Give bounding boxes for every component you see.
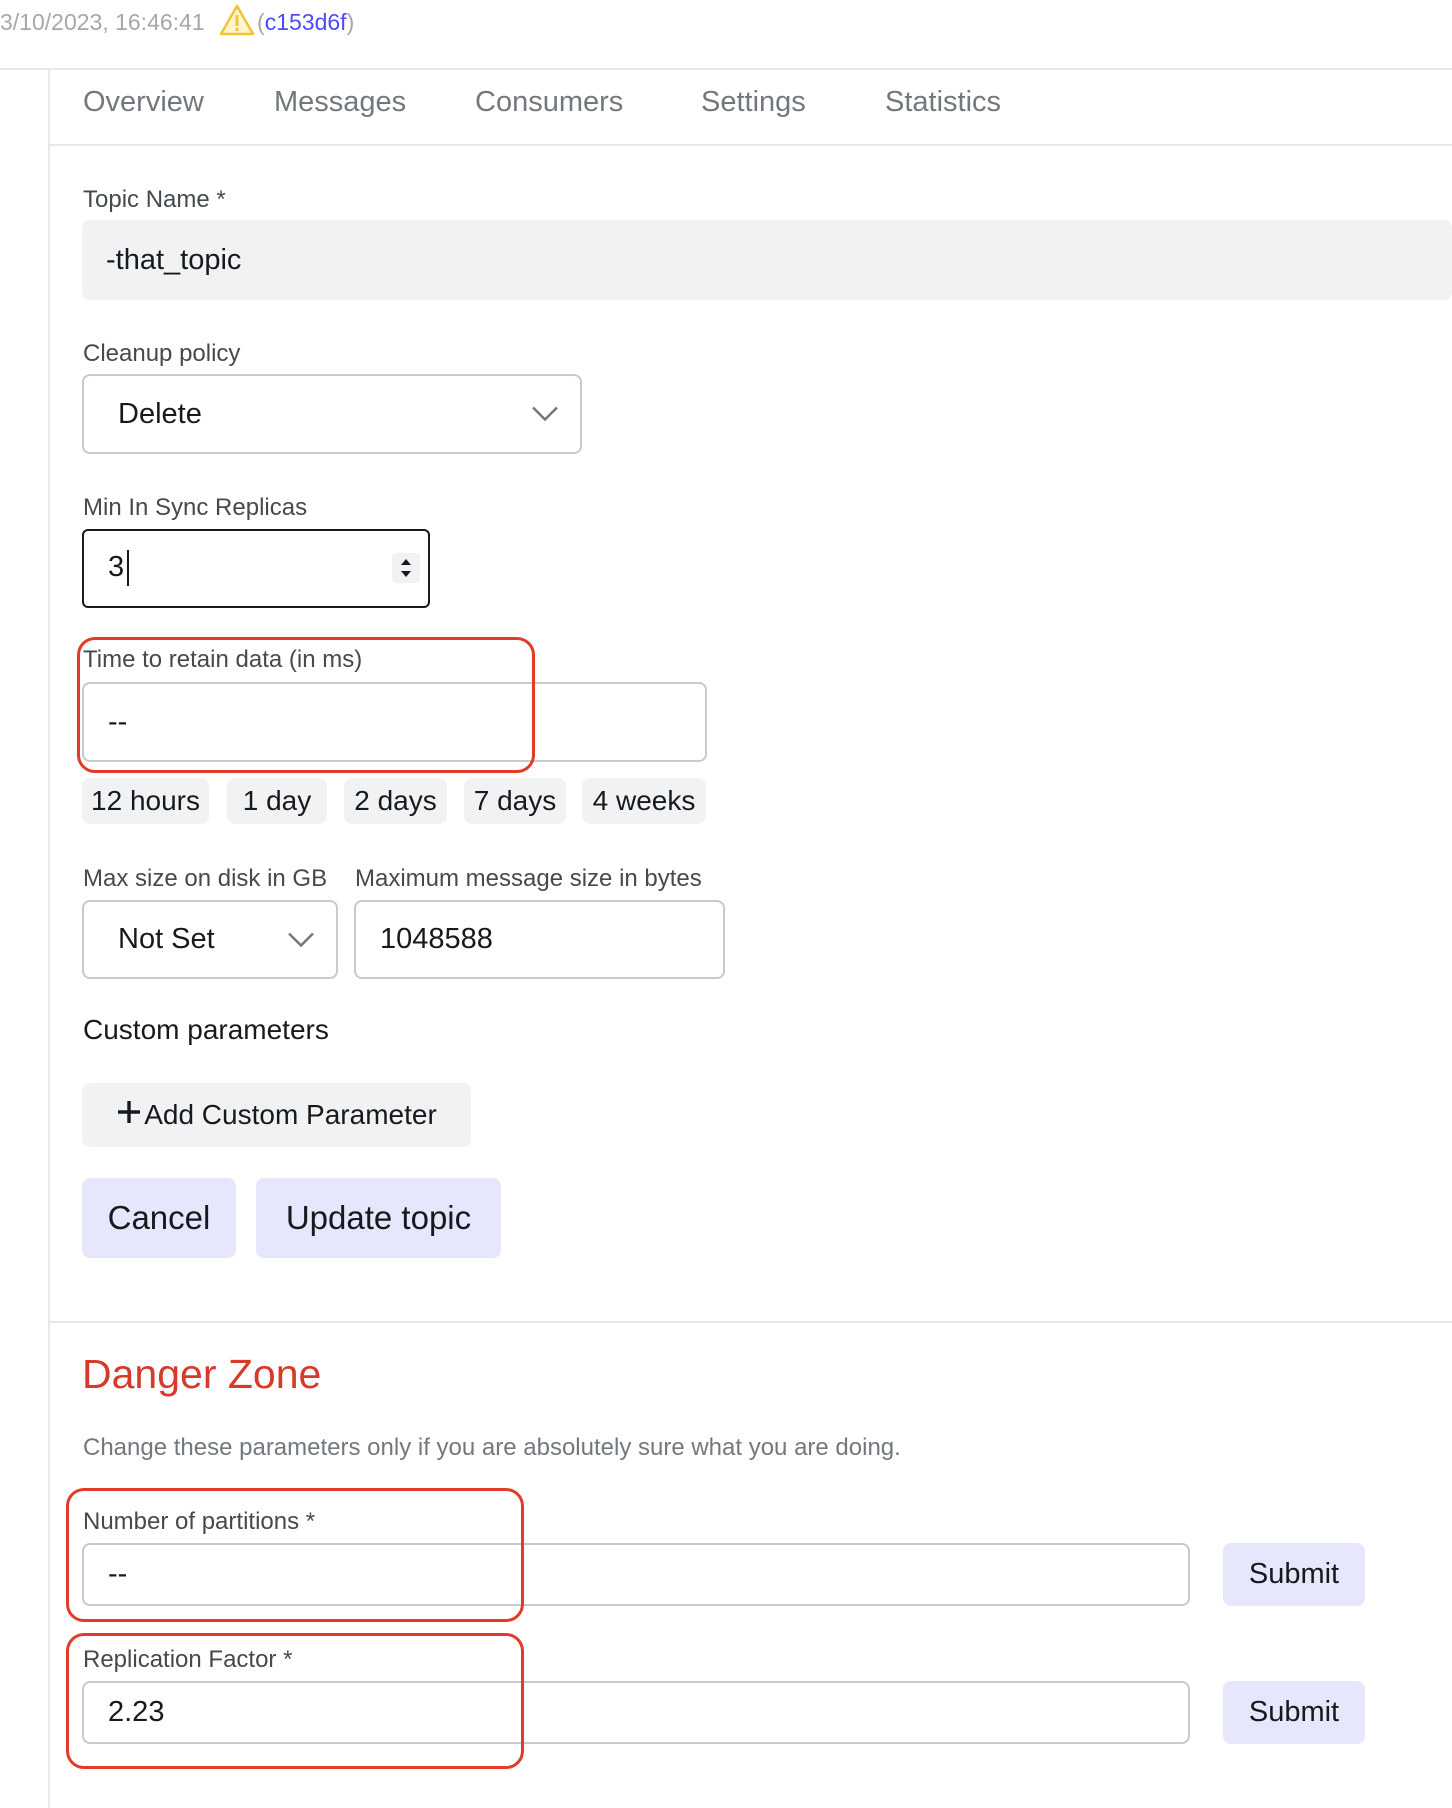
max-size-value: Not Set bbox=[118, 923, 215, 955]
build-timestamp: 3/10/2023, 16:46:41 bbox=[0, 9, 205, 35]
highlight-box-partitions bbox=[66, 1488, 524, 1622]
cleanup-policy-select[interactable]: Delete bbox=[82, 374, 582, 454]
add-custom-parameter-button[interactable]: Add Custom Parameter bbox=[82, 1083, 471, 1147]
max-size-select[interactable]: Not Set bbox=[82, 900, 338, 979]
sidebar-divider bbox=[48, 70, 50, 1808]
tab-settings[interactable]: Settings bbox=[701, 86, 806, 119]
preset-12-hours[interactable]: 12 hours bbox=[82, 778, 209, 824]
tab-consumers[interactable]: Consumers bbox=[475, 86, 623, 119]
preset-2-days[interactable]: 2 days bbox=[344, 778, 447, 824]
paren-close: ) bbox=[346, 9, 355, 35]
preset-7-days[interactable]: 7 days bbox=[464, 778, 566, 824]
add-custom-parameter-label: Add Custom Parameter bbox=[144, 1099, 437, 1130]
tab-messages[interactable]: Messages bbox=[274, 86, 406, 119]
min-in-sync-container: 3 bbox=[82, 529, 430, 608]
plus-icon bbox=[116, 1099, 142, 1132]
tabs-divider bbox=[50, 144, 1452, 146]
chevron-down-icon bbox=[286, 923, 316, 956]
highlight-box-retention bbox=[77, 637, 535, 773]
tab-statistics[interactable]: Statistics bbox=[885, 86, 1001, 119]
cleanup-policy-value: Delete bbox=[118, 397, 202, 430]
custom-params-heading: Custom parameters bbox=[83, 1014, 329, 1045]
replication-submit-button[interactable]: Submit bbox=[1223, 1681, 1365, 1744]
paren-open: ( bbox=[257, 9, 265, 35]
topic-name-field: -that_topic bbox=[82, 220, 1452, 300]
max-message-size-input[interactable] bbox=[354, 900, 725, 979]
min-in-sync-label: Min In Sync Replicas bbox=[83, 494, 308, 521]
warning-icon bbox=[219, 4, 255, 42]
danger-zone-divider bbox=[50, 1321, 1452, 1323]
danger-zone-title: Danger Zone bbox=[82, 1351, 322, 1397]
max-size-label: Max size on disk in GB bbox=[83, 865, 328, 892]
partitions-submit-button[interactable]: Submit bbox=[1223, 1543, 1365, 1606]
text-cursor bbox=[127, 550, 129, 586]
update-topic-button[interactable]: Update topic bbox=[256, 1178, 501, 1258]
tab-overview[interactable]: Overview bbox=[83, 86, 204, 119]
highlight-box-replication bbox=[66, 1633, 524, 1769]
topic-name-value: -that_topic bbox=[106, 243, 242, 276]
commit-link[interactable]: c153d6f bbox=[265, 9, 347, 35]
preset-4-weeks[interactable]: 4 weeks bbox=[582, 778, 706, 824]
chevron-down-icon bbox=[530, 398, 560, 431]
preset-1-day[interactable]: 1 day bbox=[227, 778, 327, 824]
max-message-size-label: Maximum message size in bytes bbox=[355, 865, 702, 892]
danger-zone-description: Change these parameters only if you are … bbox=[83, 1434, 901, 1461]
cleanup-policy-label: Cleanup policy bbox=[83, 340, 241, 367]
build-info: 3/10/2023, 16:46:41 (c153d6f) bbox=[0, 4, 354, 42]
min-in-sync-input[interactable]: 3 bbox=[108, 551, 124, 584]
cancel-button[interactable]: Cancel bbox=[82, 1178, 236, 1258]
stepper-icon[interactable] bbox=[392, 553, 420, 583]
header-divider bbox=[0, 68, 1452, 70]
topic-name-label: Topic Name * bbox=[83, 186, 226, 213]
